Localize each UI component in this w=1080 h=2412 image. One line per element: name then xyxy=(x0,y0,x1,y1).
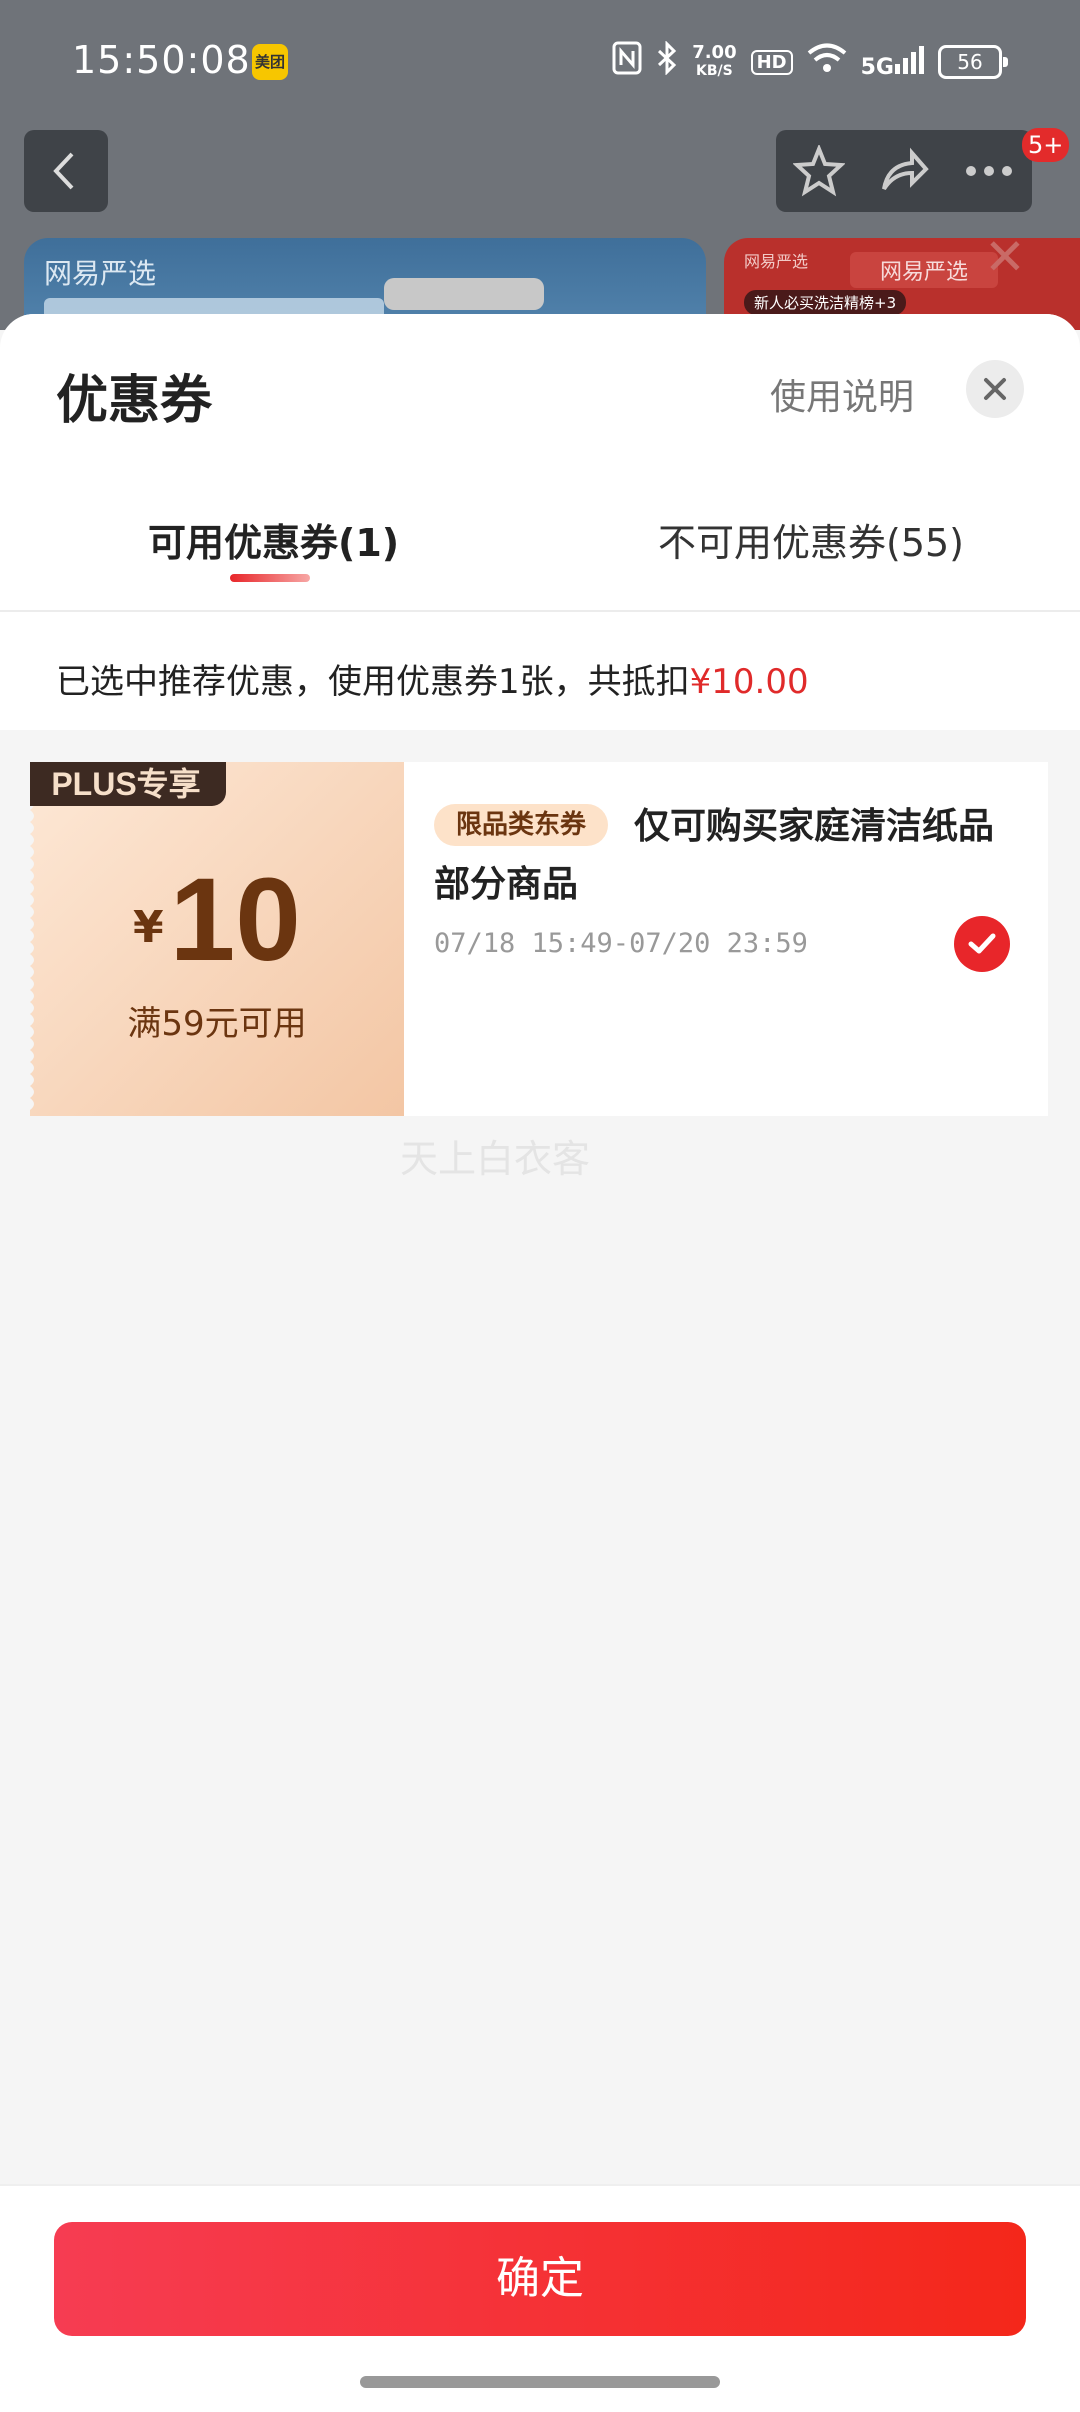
more-icon[interactable] xyxy=(963,145,1015,197)
network-speed-unit: KB/S xyxy=(696,63,733,79)
background-page: 15:50:08 美团 7.00 KB/S HD 5G 56 5+ 网易严选 网… xyxy=(0,0,1080,330)
selected-checkbox[interactable] xyxy=(954,916,1010,972)
coupon-card[interactable]: PLUS专享 ¥10 满59元可用 仅可购买家庭清洁纸品部分商品 限品类东券 0… xyxy=(30,762,1048,1116)
nfc-icon xyxy=(612,41,642,84)
meituan-app-icon: 美团 xyxy=(252,44,288,80)
summary-prefix: 已选中推荐优惠，使用优惠券1张，共抵扣 xyxy=(56,662,690,702)
coupon-validity: 07/18 15:49-07/20 23:59 xyxy=(434,928,808,959)
bluetooth-icon xyxy=(656,39,678,84)
nav-actions xyxy=(776,130,1032,212)
confirm-button[interactable]: 确定 xyxy=(54,2222,1026,2336)
close-icon: ✕ xyxy=(984,228,1026,286)
help-link[interactable]: 使用说明 xyxy=(770,368,914,420)
network-type: 5G xyxy=(860,55,894,80)
hd-icon: HD xyxy=(750,49,793,75)
watermark: 天上白衣客 xyxy=(400,1137,591,1181)
coupon-amount: ¥10 xyxy=(30,852,404,988)
coupon-sheet: 优惠券 使用说明 可用优惠券(1) 不可用优惠券(55) 已选中推荐优惠，使用优… xyxy=(0,314,1080,2412)
share-icon[interactable] xyxy=(878,145,930,197)
banner-brand: 网易严选 xyxy=(44,257,157,290)
promo-brand: 网易严选 xyxy=(744,252,809,271)
back-button[interactable] xyxy=(24,130,108,212)
sheet-header: 优惠券 使用说明 可用优惠券(1) 不可用优惠券(55) xyxy=(0,314,1080,614)
status-icons: 7.00 KB/S HD 5G 56 xyxy=(612,39,1008,84)
battery-icon: 56 xyxy=(938,45,1008,79)
sheet-title: 优惠券 xyxy=(56,371,213,431)
amount-value: 10 xyxy=(169,854,301,986)
currency-symbol: ¥ xyxy=(133,902,164,953)
summary-text: 已选中推荐优惠，使用优惠券1张，共抵扣¥10.00 xyxy=(56,654,809,703)
tab-unavailable-coupons[interactable]: 不可用优惠券(55) xyxy=(658,512,964,567)
star-icon[interactable] xyxy=(792,145,845,197)
summary-amount: ¥10.00 xyxy=(689,662,809,702)
status-bar: 15:50:08 美团 7.00 KB/S HD 5G 56 xyxy=(0,0,1080,120)
chevron-left-icon xyxy=(53,152,74,190)
category-limit-tag: 限品类东券 xyxy=(434,804,609,846)
home-indicator[interactable] xyxy=(360,2376,720,2388)
close-button[interactable] xyxy=(966,360,1024,418)
promo-pill: 新人必买洗洁精榜+3 xyxy=(744,290,907,315)
notification-badge: 5+ xyxy=(1022,128,1070,162)
network-speed: 7.00 KB/S xyxy=(692,44,736,80)
checkmark-icon xyxy=(968,933,996,954)
close-icon xyxy=(984,378,1006,400)
coupon-threshold: 满59元可用 xyxy=(127,1004,307,1044)
selection-summary: 已选中推荐优惠，使用优惠券1张，共抵扣¥10.00 xyxy=(0,612,1080,730)
tab-available-coupons[interactable]: 可用优惠券(1) xyxy=(148,512,399,567)
sheet-footer: 确定 xyxy=(0,2184,1080,2412)
network-speed-value: 7.00 xyxy=(692,42,737,63)
tab-indicator xyxy=(230,574,310,582)
wifi-icon xyxy=(807,42,847,83)
promo-brand-main: 网易严选 xyxy=(850,252,999,288)
product-image xyxy=(384,278,544,310)
coupon-value-panel: PLUS专享 ¥10 满59元可用 xyxy=(30,762,404,1116)
signal-icon: 5G xyxy=(861,44,924,80)
plus-exclusive-tag: PLUS专享 xyxy=(30,762,226,806)
status-time: 15:50:08 xyxy=(72,38,251,82)
